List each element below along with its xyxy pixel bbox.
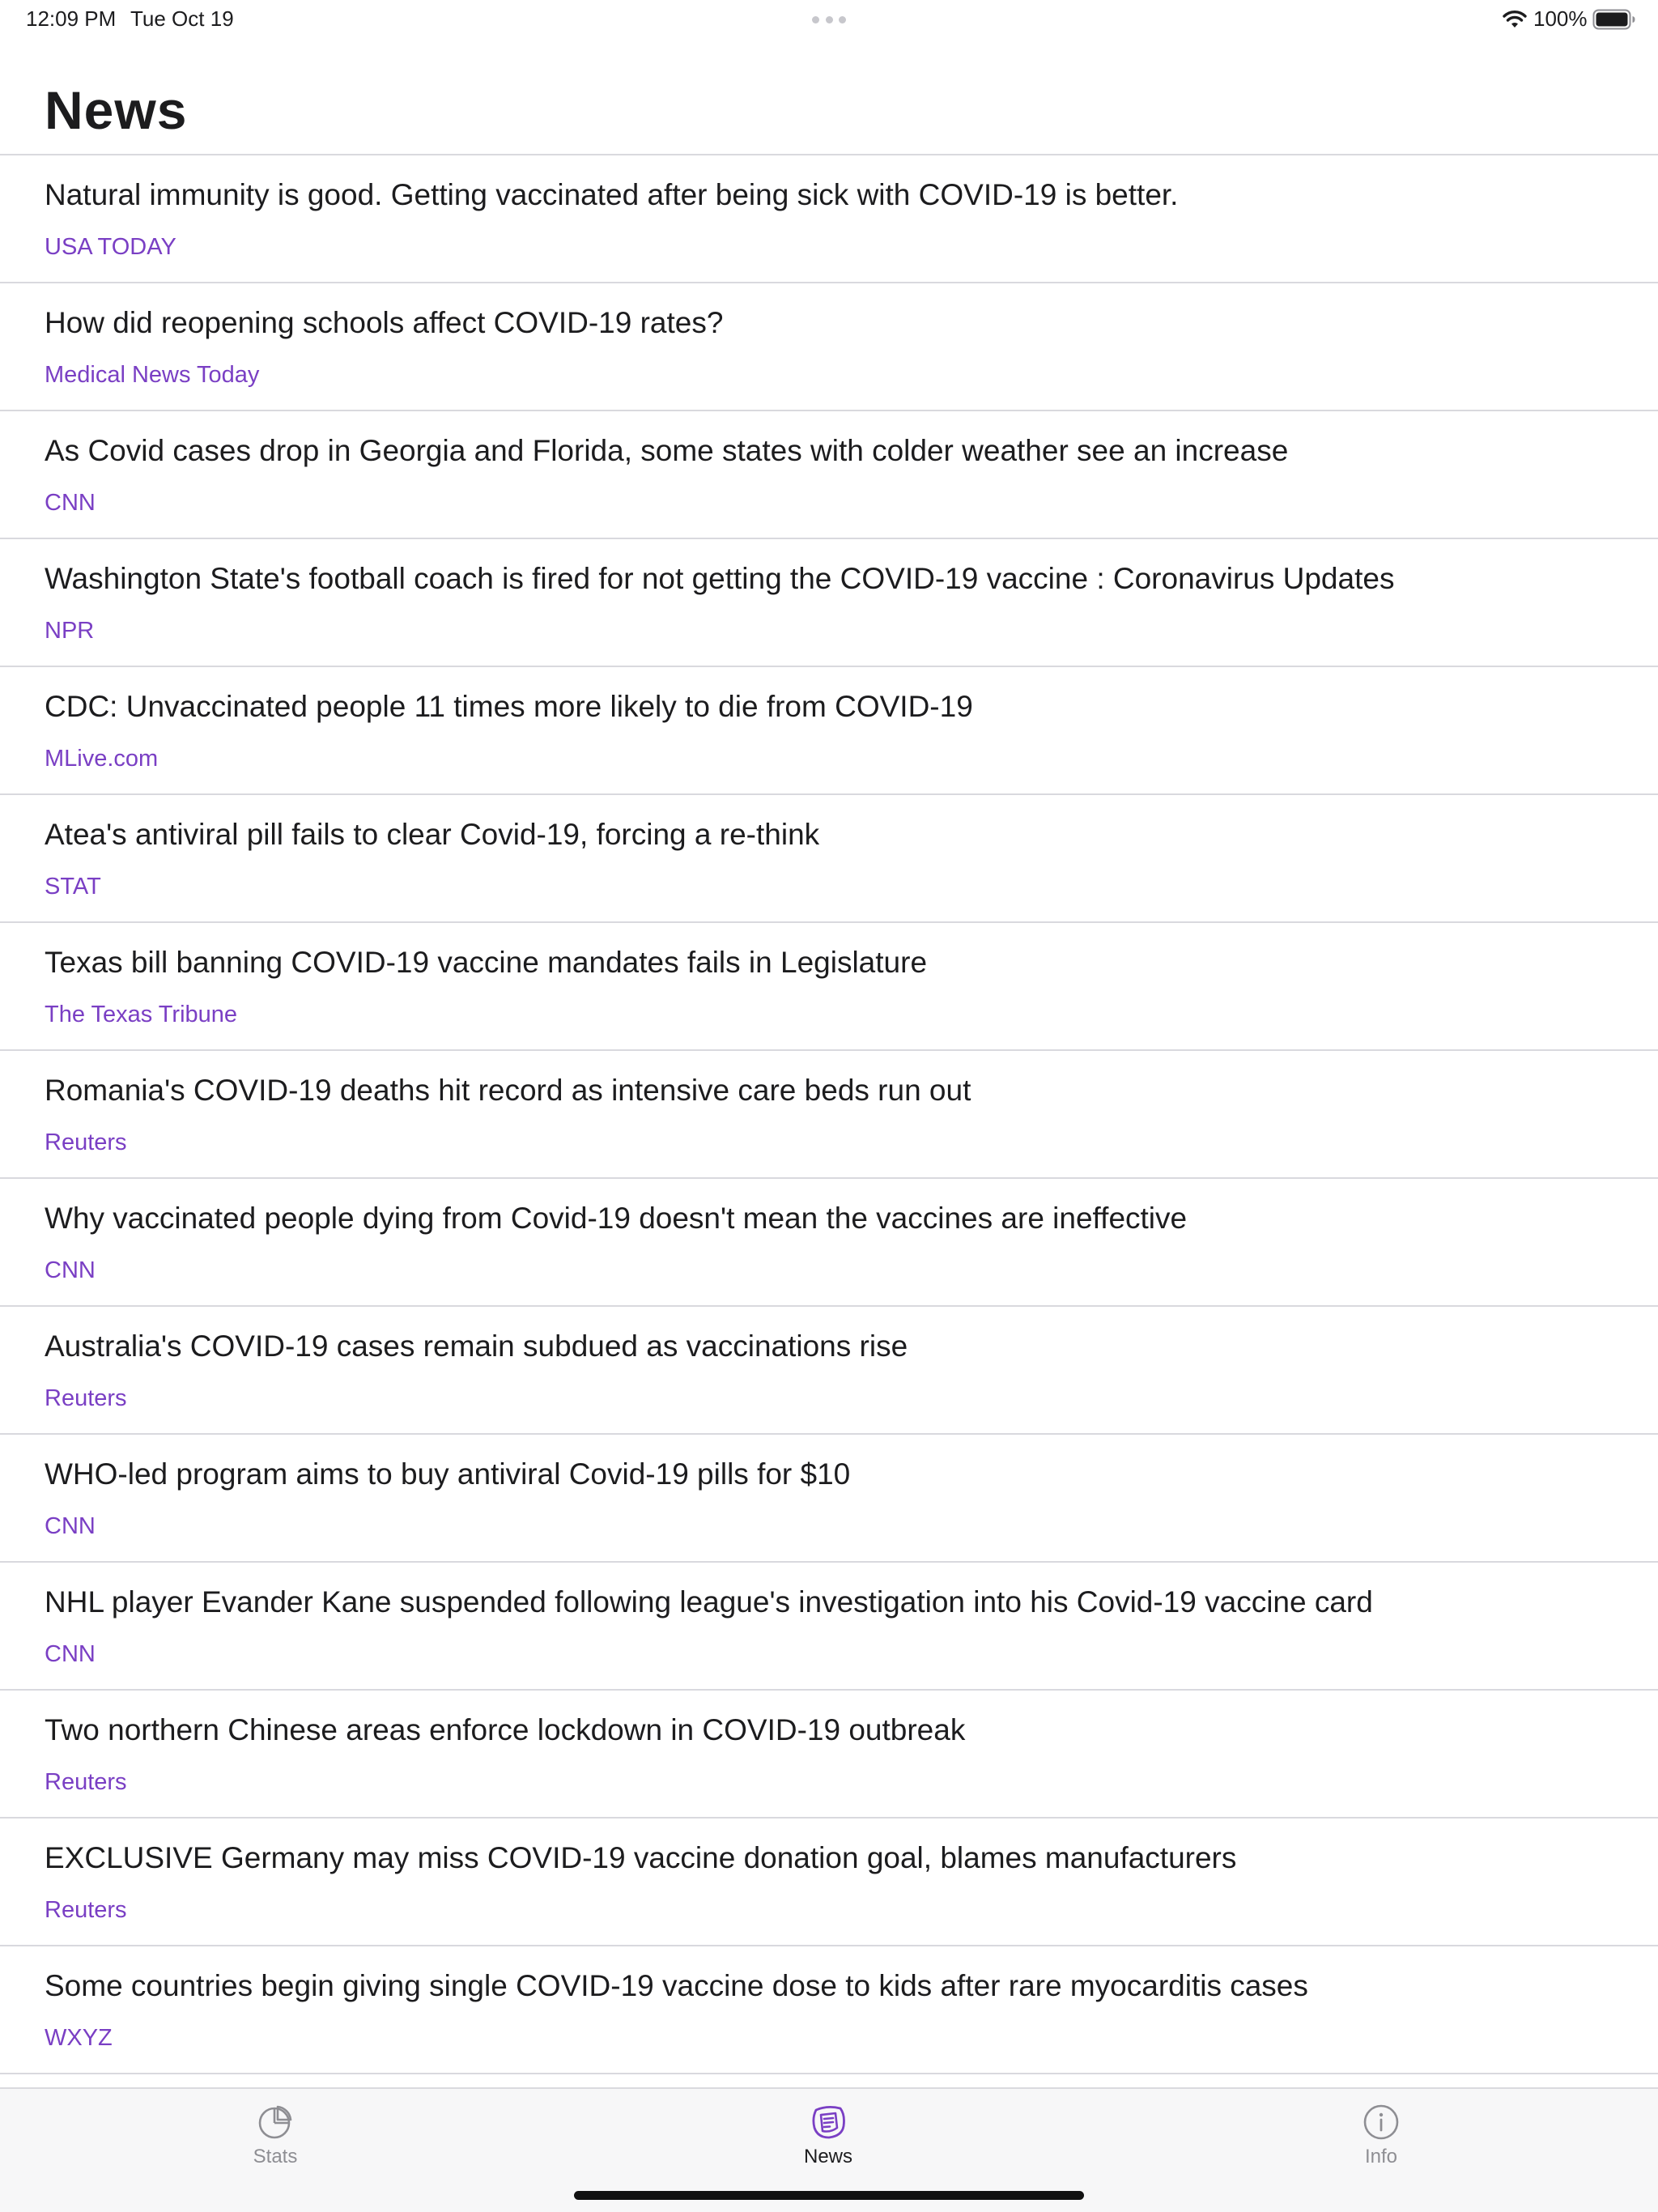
news-headline: Natural immunity is good. Getting vaccin…: [45, 178, 1179, 211]
tab-info-label: Info: [1364, 2146, 1398, 2167]
news-source: Reuters: [45, 1385, 127, 1411]
news-item[interactable]: Washington State's football coach is fir…: [0, 539, 1658, 667]
news-source: The Texas Tribune: [45, 1002, 238, 1027]
news-headline: Texas bill banning COVID-19 vaccine mand…: [45, 946, 928, 979]
news-source: Medical News Today: [45, 362, 260, 388]
news-source: CNN: [45, 1641, 96, 1667]
news-item[interactable]: Some countries begin giving single COVID…: [0, 1946, 1658, 2074]
news-headline: How did reopening schools affect COVID-1…: [45, 306, 724, 339]
news-headline: Washington State's football coach is fir…: [45, 562, 1395, 595]
multitasking-dots-icon[interactable]: [812, 16, 846, 23]
tab-stats[interactable]: Stats: [186, 2104, 364, 2176]
tab-news[interactable]: News: [739, 2104, 917, 2176]
status-date: Tue Oct 19: [130, 6, 234, 31]
news-item[interactable]: Australia's COVID-19 cases remain subdue…: [0, 1307, 1658, 1435]
news-screen: 12:09 PM Tue Oct 19 100% News Natural im…: [0, 0, 1658, 2212]
status-time: 12:09 PM: [26, 6, 117, 31]
news-headline: EXCLUSIVE Germany may miss COVID-19 vacc…: [45, 1841, 1237, 1874]
news-item[interactable]: Atea's antiviral pill fails to clear Cov…: [0, 795, 1658, 923]
news-item[interactable]: Romania's COVID-19 deaths hit record as …: [0, 1051, 1658, 1179]
battery-icon: [1592, 9, 1635, 30]
news-headline: Two northern Chinese areas enforce lockd…: [45, 1713, 966, 1746]
info-icon: [1363, 2104, 1399, 2140]
pie-chart-icon: [258, 2105, 292, 2139]
news-item[interactable]: As Covid cases drop in Georgia and Flori…: [0, 411, 1658, 539]
news-item[interactable]: CDC: Unvaccinated people 11 times more l…: [0, 667, 1658, 795]
tab-stats-label: Stats: [253, 2146, 298, 2167]
news-source: Reuters: [45, 1897, 127, 1923]
news-source: CNN: [45, 1513, 96, 1539]
news-source: STAT: [45, 874, 101, 900]
news-source: Reuters: [45, 1129, 127, 1155]
page-title: News: [45, 80, 188, 140]
news-headline: Some countries begin giving single COVID…: [45, 1969, 1308, 2002]
tab-news-label: News: [803, 2146, 852, 2167]
news-headline: CDC: Unvaccinated people 11 times more l…: [45, 690, 973, 723]
news-item[interactable]: Texas bill banning COVID-19 vaccine mand…: [0, 923, 1658, 1051]
news-source: WXYZ: [45, 2025, 113, 2051]
news-item[interactable]: Two northern Chinese areas enforce lockd…: [0, 1691, 1658, 1819]
news-headline: NHL player Evander Kane suspended follow…: [45, 1585, 1373, 1619]
news-list: Natural immunity is good. Getting vaccin…: [0, 155, 1658, 2074]
news-source: NPR: [45, 618, 95, 644]
news-item[interactable]: NHL player Evander Kane suspended follow…: [0, 1563, 1658, 1691]
news-headline: Atea's antiviral pill fails to clear Cov…: [45, 818, 820, 851]
status-bar: 12:09 PM Tue Oct 19 100%: [0, 0, 1658, 39]
battery-percentage: 100%: [1533, 6, 1588, 31]
news-source: USA TODAY: [45, 234, 176, 260]
news-headline: WHO-led program aims to buy antiviral Co…: [45, 1457, 851, 1491]
news-headline: Australia's COVID-19 cases remain subdue…: [45, 1329, 908, 1363]
news-headline: Why vaccinated people dying from Covid-1…: [45, 1202, 1188, 1235]
news-source: CNN: [45, 490, 96, 516]
news-item[interactable]: Why vaccinated people dying from Covid-1…: [0, 1179, 1658, 1307]
wifi-icon: [1503, 11, 1527, 28]
news-headline: Romania's COVID-19 deaths hit record as …: [45, 1074, 971, 1107]
news-source: CNN: [45, 1257, 96, 1283]
news-item[interactable]: How did reopening schools affect COVID-1…: [0, 283, 1658, 411]
news-headline: As Covid cases drop in Georgia and Flori…: [45, 434, 1289, 467]
news-source: Reuters: [45, 1769, 127, 1795]
news-source: MLive.com: [45, 746, 159, 772]
news-item[interactable]: Natural immunity is good. Getting vaccin…: [0, 155, 1658, 283]
news-item[interactable]: EXCLUSIVE Germany may miss COVID-19 vacc…: [0, 1819, 1658, 1946]
news-item[interactable]: WHO-led program aims to buy antiviral Co…: [0, 1435, 1658, 1563]
home-indicator[interactable]: [574, 2191, 1084, 2200]
newspaper-icon: [812, 2106, 845, 2139]
tab-info[interactable]: Info: [1292, 2104, 1470, 2176]
